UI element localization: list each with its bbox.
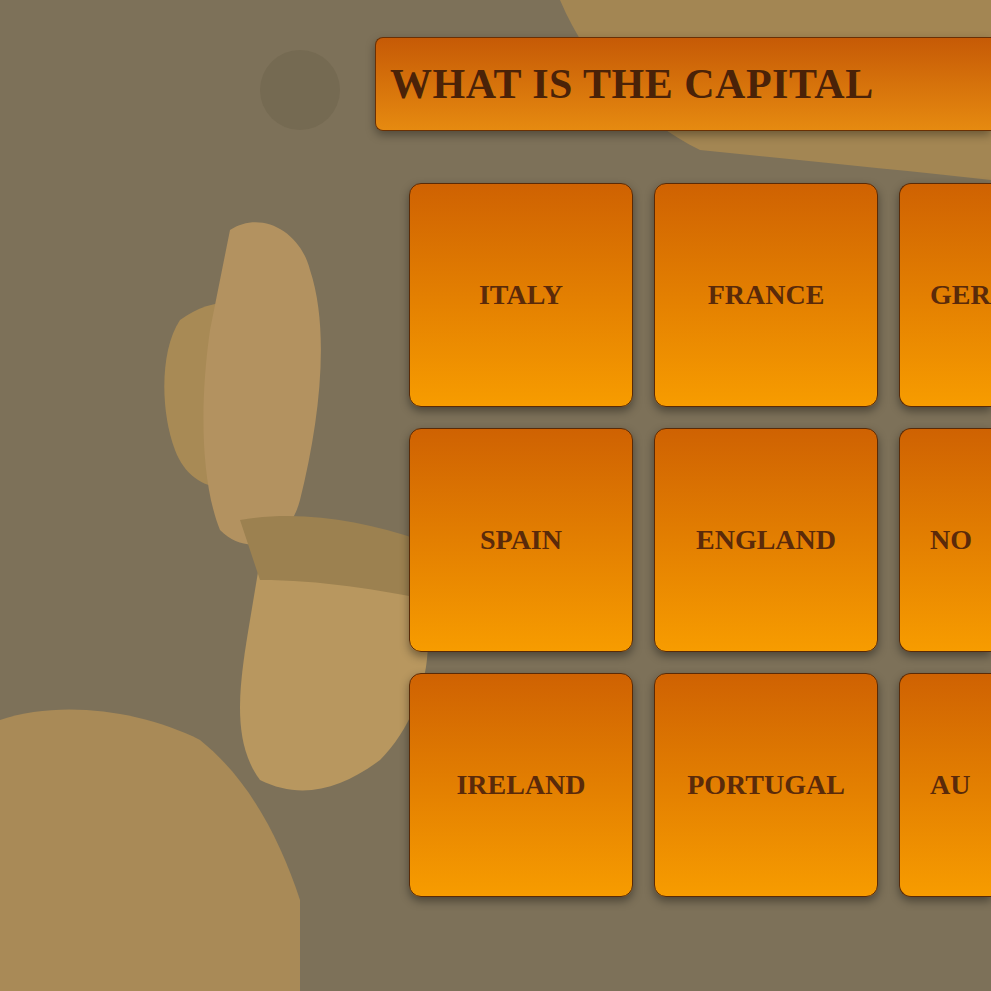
quiz-content: WHAT IS THE CAPITAL ITALY FRANCE GER SPAIN EN… [0,0,991,897]
answer-label: PORTUGAL [687,769,845,801]
answer-label: SPAIN [480,524,562,556]
quiz-screen: WHAT IS THE CAPITAL ITALY FRANCE GER SPAIN EN… [0,0,991,991]
answer-label: FRANCE [708,279,825,311]
answer-label: IRELAND [456,769,585,801]
answer-card[interactable]: FRANCE [654,183,878,407]
answer-grid: ITALY FRANCE GER SPAIN ENGLAND NO IRELAND PORTU… [409,183,991,897]
question-title: WHAT IS THE CAPITAL [390,60,874,108]
answer-card[interactable]: IRELAND [409,673,633,897]
answer-label: NO [930,524,972,556]
answer-label: ITALY [479,279,563,311]
answer-label: GER [930,279,991,311]
answer-card[interactable]: SPAIN [409,428,633,652]
answer-card[interactable]: ITALY [409,183,633,407]
answer-card[interactable]: AU [899,673,991,897]
answer-label: ENGLAND [696,524,836,556]
question-banner: WHAT IS THE CAPITAL [375,37,991,131]
answer-card[interactable]: ENGLAND [654,428,878,652]
answer-card[interactable]: NO [899,428,991,652]
answer-card[interactable]: PORTUGAL [654,673,878,897]
answer-card[interactable]: GER [899,183,991,407]
answer-label: AU [930,769,970,801]
